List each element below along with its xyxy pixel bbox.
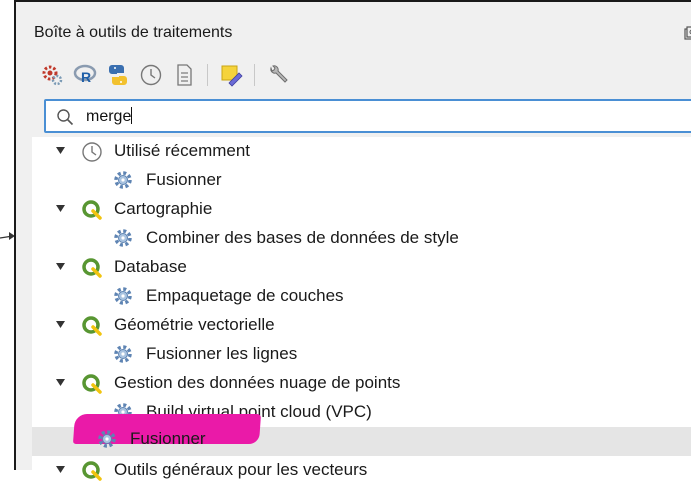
gear-icon [114,171,132,189]
r-icon[interactable]: R [73,63,97,87]
expand-arrow-icon[interactable] [56,147,65,154]
search-icon [57,109,74,126]
gear-icon [114,229,132,247]
expand-arrow-icon[interactable] [56,466,65,473]
expand-arrow-icon[interactable] [56,263,65,270]
python-icon[interactable] [106,63,130,87]
search-input[interactable]: merge [86,107,133,126]
expand-arrow-icon[interactable] [56,379,65,386]
algorithm-row[interactable]: Combiner des bases de données de style [32,224,691,253]
processing-toolbox-panel: Boîte à outils de traitements R merge Ut… [14,0,691,481]
toolbar-separator [254,64,255,86]
options-wrench-icon[interactable] [266,63,290,87]
algorithm-label: Combiner des bases de données de style [146,228,459,247]
group-label: Géométrie vectorielle [114,315,275,334]
edit-pencil-icon[interactable] [219,63,243,87]
expand-arrow-icon[interactable] [56,321,65,328]
group-label: Gestion des données nuage de points [114,373,401,392]
svg-text:R: R [81,69,91,85]
qgis-icon [82,258,102,278]
gear-icon [98,430,116,448]
selected-row-content[interactable]: Fusionner [16,425,691,454]
toolbar-separator [207,64,208,86]
group-label: Utilisé récemment [114,141,251,160]
expand-arrow-icon[interactable] [56,205,65,212]
group-row-recent[interactable]: Utilisé récemment [32,137,691,166]
group-row-cartographie[interactable]: Cartographie [32,195,691,224]
algorithm-row[interactable]: Empaquetage de couches [32,282,691,311]
group-label: Cartographie [114,199,213,218]
gear-icon [114,345,132,363]
group-label: Outils généraux pour les vecteurs [114,460,368,479]
qgis-icon [82,374,102,394]
group-row-nuage-de-points[interactable]: Gestion des données nuage de points [32,369,691,398]
qgis-icon [82,461,102,481]
float-panel-icon[interactable] [684,26,691,40]
algorithm-label: Fusionner [146,170,222,189]
clock-icon [82,142,102,162]
group-row-outils-generaux[interactable]: Outils généraux pour les vecteurs [32,456,691,485]
algorithm-label: Empaquetage de couches [146,286,344,305]
algorithm-label: Fusionner les lignes [146,344,298,363]
gear-icon [114,287,132,305]
group-row-database[interactable]: Database [32,253,691,282]
group-label: Database [114,257,187,276]
text-caret [131,107,133,124]
algorithm-row[interactable]: Fusionner [32,166,691,195]
group-row-geometrie-vectorielle[interactable]: Géométrie vectorielle [32,311,691,340]
qgis-icon [82,200,102,220]
toolbox-toolbar: R [40,59,290,91]
models-gear-icon[interactable] [40,63,64,87]
panel-title: Boîte à outils de traitements [34,24,233,41]
algorithm-row[interactable]: Fusionner les lignes [32,340,691,369]
results-document-icon[interactable] [172,63,196,87]
search-value: merge [86,108,132,125]
search-field[interactable]: merge [44,99,691,133]
algorithm-label: Fusionner [130,429,206,448]
history-clock-icon[interactable] [139,63,163,87]
qgis-icon [82,316,102,336]
